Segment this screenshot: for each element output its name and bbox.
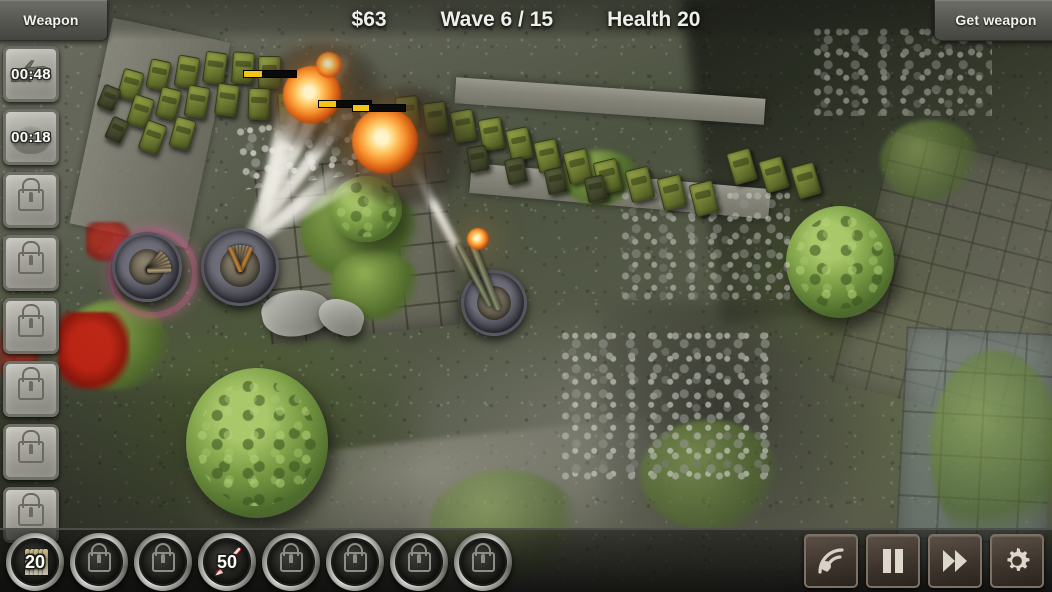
fast-forward-button[interactable]	[928, 534, 982, 588]
weapon-slot-airstrike[interactable]: 00:48	[3, 46, 59, 102]
lock-icon	[471, 552, 495, 572]
lock-icon	[18, 252, 44, 274]
enemy-vehicle	[230, 51, 256, 85]
explosion	[352, 108, 418, 174]
enemy-health-bar	[352, 104, 406, 112]
get-weapon-button-label: Get weapon	[955, 12, 1037, 28]
tower-build-slot-6[interactable]	[326, 533, 384, 591]
blood-splatter	[58, 312, 130, 390]
battlefield-map[interactable]	[0, 0, 1052, 592]
lock-icon	[18, 441, 44, 463]
game-controls	[804, 534, 1044, 588]
lock-icon	[18, 189, 44, 211]
tower-build-slot-8[interactable]	[454, 533, 512, 591]
tower-rocket-placed[interactable]	[112, 232, 182, 302]
bottom-hud: 20 50	[0, 528, 1052, 592]
weapon-slot-5[interactable]	[3, 298, 59, 354]
lock-icon	[279, 552, 303, 572]
tower-build-slot-inner: 20	[13, 540, 57, 584]
weapon-slot-7[interactable]	[3, 424, 59, 480]
enemy-vehicle	[213, 82, 241, 118]
weapon-slot-timer: 00:18	[11, 128, 51, 146]
pause-icon	[883, 549, 903, 573]
explosion	[316, 52, 342, 78]
pause-button[interactable]	[866, 534, 920, 588]
muzzle-flash	[467, 228, 489, 250]
tree	[186, 368, 328, 518]
settings-button[interactable]	[990, 534, 1044, 588]
lock-icon	[18, 378, 44, 400]
lock-icon	[87, 552, 111, 572]
tree	[786, 206, 894, 318]
lock-icon	[343, 552, 367, 572]
tower-cost: 20	[24, 551, 46, 572]
tower-build-slot-inner: 50	[205, 540, 249, 584]
weapon-slot-shield[interactable]: 00:18	[3, 109, 59, 165]
weapon-slot-6[interactable]	[3, 361, 59, 417]
lock-icon	[151, 552, 175, 572]
gear-icon	[1007, 547, 1030, 571]
tower-barrels	[213, 240, 266, 293]
weapon-button[interactable]: Weapon	[0, 0, 108, 41]
tower-build-slot-2[interactable]	[70, 533, 128, 591]
tower-cost: 50	[216, 551, 238, 572]
tower-build-slot-inner	[397, 540, 441, 584]
tower-build-slot-7[interactable]	[390, 533, 448, 591]
enemy-health-bar	[243, 70, 297, 78]
weapon-slot-4[interactable]	[3, 235, 59, 291]
weapon-slot-3[interactable]	[3, 172, 59, 228]
tower-barrels	[123, 243, 172, 291]
tower-build-slot-inner	[461, 540, 505, 584]
weapon-rail: 00:48 00:18	[0, 46, 59, 543]
tower-build-slot-3[interactable]	[134, 533, 192, 591]
tower-build-slot-inner	[269, 540, 313, 584]
tower-build-slot-inner	[77, 540, 121, 584]
tower-gatling-placed[interactable]	[201, 228, 279, 306]
weapon-slot-timer: 00:48	[11, 65, 51, 83]
vegetation	[930, 350, 1052, 550]
lock-icon	[407, 552, 431, 572]
get-weapon-button[interactable]: Get weapon	[934, 0, 1052, 41]
game-screen: Weapon $63 Wave 6 / 15 Health 20 Get wea…	[0, 0, 1052, 592]
tower-build-gatling[interactable]: 20	[6, 533, 64, 591]
tower-build-bar: 20 50	[6, 533, 512, 591]
radar-waves-icon	[818, 548, 844, 574]
tower-build-slot-inner	[141, 540, 185, 584]
weapon-button-label: Weapon	[23, 12, 79, 28]
rubble	[560, 330, 770, 480]
fast-forward-icon	[943, 550, 967, 572]
tower-cannon-placed[interactable]	[454, 228, 527, 336]
tower-build-slot-inner	[333, 540, 377, 584]
lock-icon	[18, 315, 44, 337]
tower-build-rocket[interactable]: 50	[198, 533, 256, 591]
radar-button[interactable]	[804, 534, 858, 588]
enemy-vehicle	[201, 50, 229, 86]
lock-icon	[18, 504, 44, 526]
tower-build-slot-5[interactable]	[262, 533, 320, 591]
vegetation	[880, 120, 980, 200]
